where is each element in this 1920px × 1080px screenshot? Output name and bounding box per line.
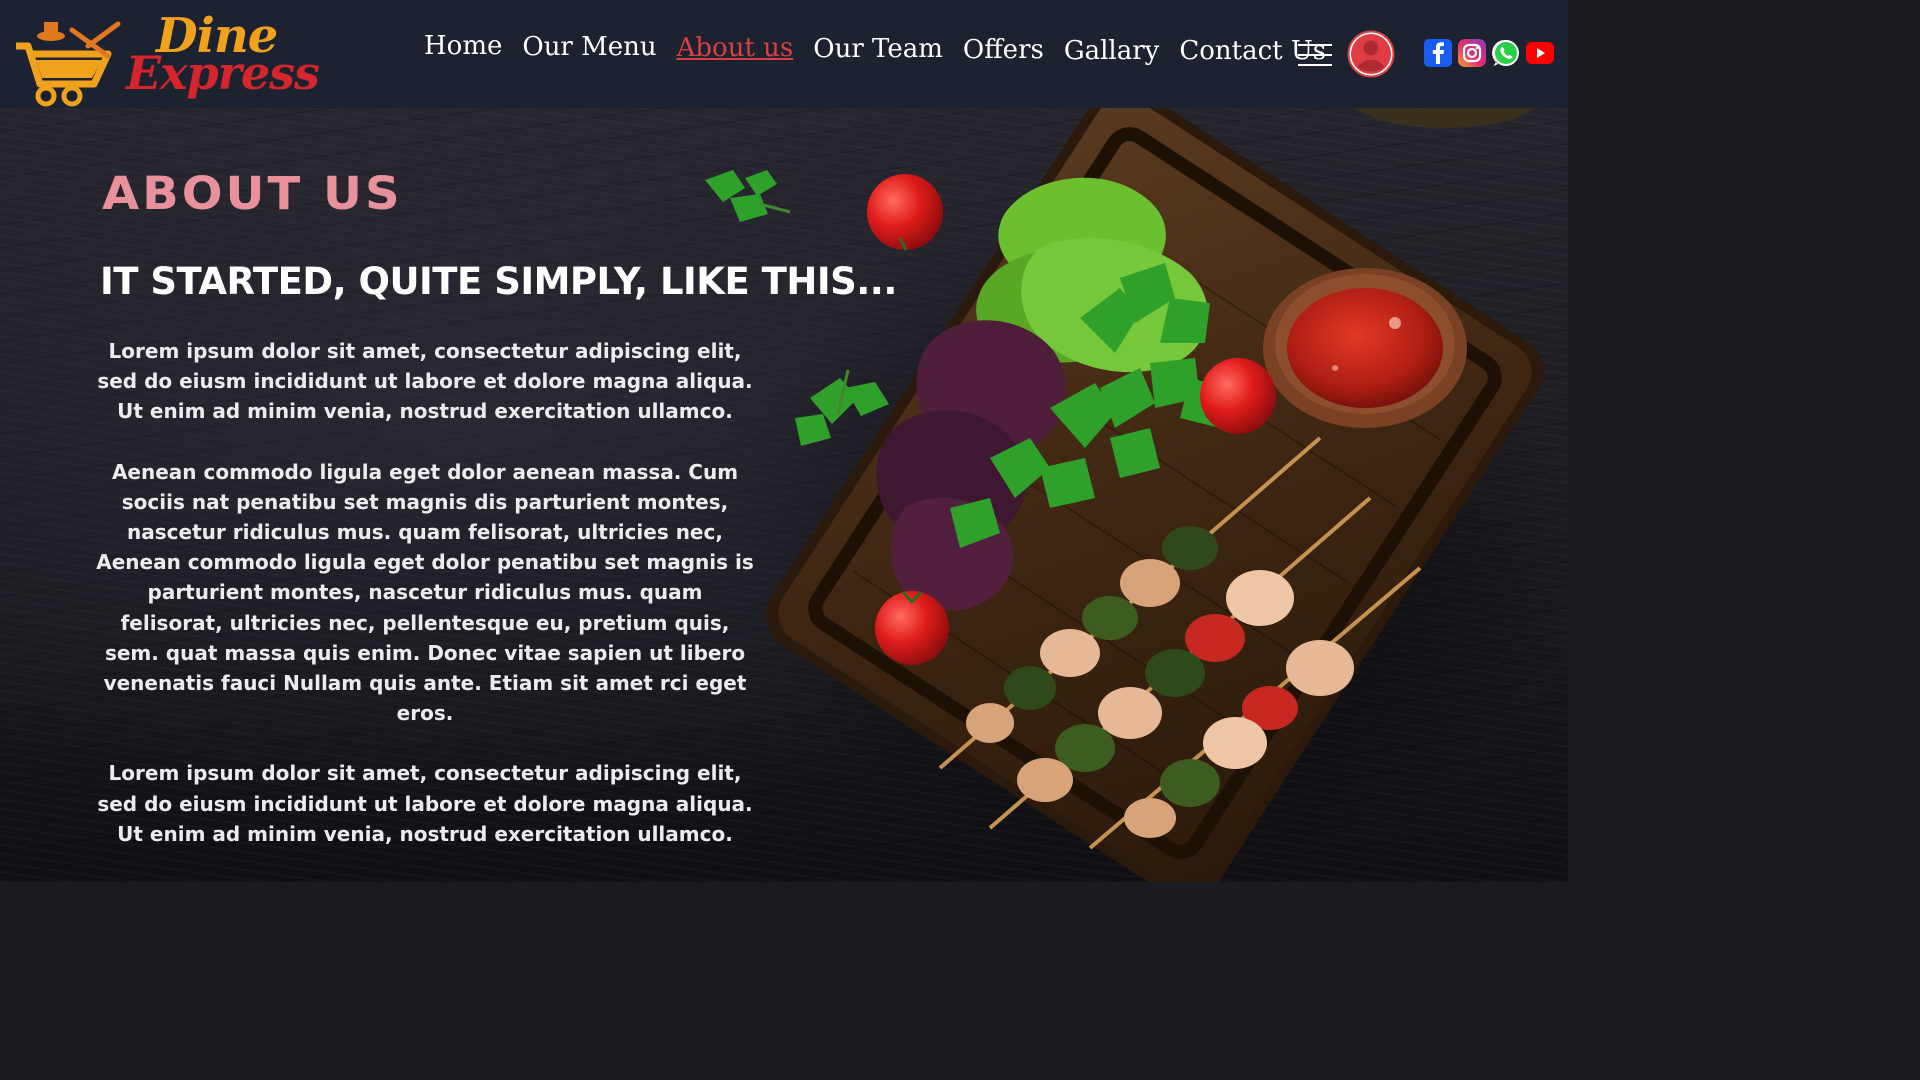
about-subtitle: IT STARTED, QUITE SIMPLY, LIKE THIS...: [100, 260, 897, 303]
nav-gallary[interactable]: Gallary: [1064, 36, 1160, 66]
hamburger-icon[interactable]: [1298, 44, 1332, 66]
nav-home[interactable]: Home: [424, 31, 502, 61]
brand-name-line2: Express: [126, 46, 320, 100]
chef-cart-logo-icon: [16, 21, 121, 107]
main-nav: Home Our Menu About us Our Team Offers G…: [424, 31, 1346, 66]
social-links: [1423, 38, 1559, 68]
whatsapp-icon[interactable]: [1491, 38, 1521, 68]
nav-our-team[interactable]: Our Team: [813, 34, 943, 64]
about-title: About Us: [102, 167, 403, 221]
nav-about-us[interactable]: About us: [677, 33, 794, 63]
about-paragraph-2: Aenean commodo ligula eget dolor aenean …: [96, 459, 754, 726]
about-paragraph-3: Lorem ipsum dolor sit amet, consectetur …: [97, 761, 753, 846]
top-navbar: Dine Express Home Our Menu About us Our …: [0, 0, 1568, 108]
facebook-icon[interactable]: [1423, 38, 1453, 68]
instagram-icon[interactable]: [1457, 38, 1487, 68]
youtube-icon[interactable]: [1525, 38, 1555, 68]
nav-our-menu[interactable]: Our Menu: [522, 32, 656, 62]
about-paragraph-1: Lorem ipsum dolor sit amet, consectetur …: [97, 339, 753, 424]
nav-offers[interactable]: Offers: [963, 35, 1044, 65]
about-body: Lorem ipsum dolor sit amet, consectetur …: [96, 336, 754, 879]
user-icon[interactable]: [1347, 30, 1395, 78]
brand-logo[interactable]: Dine Express: [10, 8, 340, 107]
about-section: About Us IT STARTED, QUITE SIMPLY, LIKE …: [0, 108, 1568, 882]
